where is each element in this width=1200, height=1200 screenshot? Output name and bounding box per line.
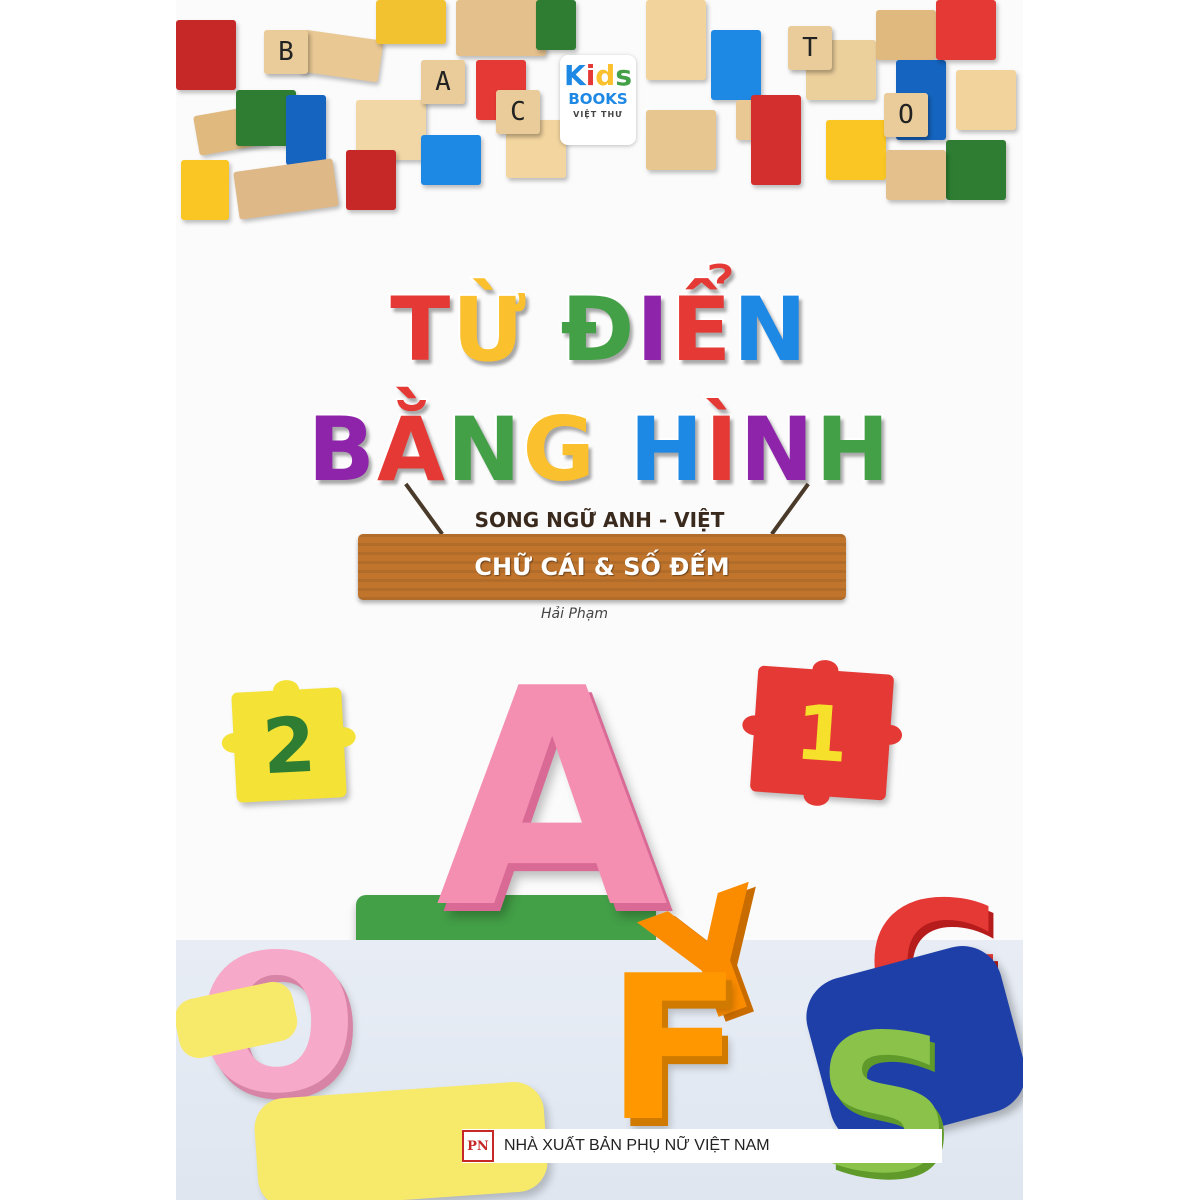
publisher-bar: PN NHÀ XUẤT BẢN PHỤ NỮ VIỆT NAM: [462, 1129, 942, 1163]
block: [376, 0, 446, 44]
logo-books-text: BOOKS: [568, 90, 628, 108]
title-letter: H: [814, 398, 892, 502]
title-letter: B: [306, 398, 377, 502]
block: [936, 0, 996, 60]
puzzle-nub: [875, 723, 903, 746]
kids-books-logo: Kids BOOKS VIỆT THƯ: [560, 55, 636, 145]
title-text-1: TỪ ĐIỂN: [388, 278, 809, 382]
block: [886, 150, 946, 200]
puzzle-piece-number-2: 2: [221, 679, 357, 803]
puzzle-nub: [741, 714, 770, 737]
block: [711, 30, 761, 100]
block: [456, 0, 546, 56]
block: [181, 160, 229, 220]
letter-tile-t: T: [788, 26, 832, 70]
puzzle-number: 2: [260, 699, 318, 791]
letter-f-orange: F: [606, 933, 743, 1166]
title-letter: Ừ: [450, 278, 528, 382]
letter-tile-a: A: [421, 60, 465, 104]
letter-tile-o: O: [884, 93, 928, 137]
puzzle-nub: [272, 679, 300, 701]
puzzle-number: 1: [792, 686, 852, 780]
logo-letter: K: [563, 59, 586, 92]
block: [946, 140, 1006, 200]
puzzle-nub: [811, 659, 840, 681]
block: [176, 20, 236, 90]
logo-kids-text: Kids: [560, 61, 636, 91]
block: [233, 158, 339, 220]
block: [298, 29, 384, 83]
title-line-1: TỪ ĐIỂN: [176, 278, 1023, 382]
title-letter: T: [388, 278, 453, 382]
sign-label: CHỮ CÁI & SỐ ĐẾM: [474, 553, 730, 581]
puzzle-piece-number-1: 1: [741, 659, 903, 807]
block: [646, 0, 706, 80]
title-letter: N: [445, 398, 523, 502]
puzzle-nub: [329, 726, 357, 748]
title-letter: [597, 398, 630, 501]
logo-tag-text: VIỆT THƯ: [573, 110, 623, 119]
title-letter: Ì: [703, 398, 740, 502]
puzzle-nub: [221, 732, 249, 754]
title-letter: Ể: [669, 278, 734, 382]
title-letter: G: [521, 398, 597, 502]
title-letter: Ằ: [375, 398, 447, 502]
book-cover: B A C T O Kids BOOKS VIỆT THƯ TỪ ĐIỂN BẰ…: [176, 0, 1023, 1200]
title-letter: H: [628, 398, 706, 502]
subtitle: SONG NGỮ ANH - VIỆT: [474, 508, 725, 532]
logo-letter: d: [595, 59, 616, 92]
publisher-logo: PN: [462, 1130, 494, 1162]
block: [646, 110, 716, 170]
block: [956, 70, 1016, 130]
wooden-sign: CHỮ CÁI & SỐ ĐẾM: [358, 534, 846, 600]
block: [536, 0, 576, 50]
letter-tile-c: C: [496, 90, 540, 134]
block: [751, 95, 801, 185]
puzzle-nub: [802, 784, 831, 807]
logo-letter: i: [585, 59, 596, 92]
letter-s-green: S: [816, 994, 953, 1200]
title-letter: Đ: [558, 278, 637, 382]
block: [346, 150, 396, 210]
title-letter: N: [731, 278, 809, 382]
block: [826, 120, 886, 180]
wooden-blocks-pile: B A C T O Kids BOOKS VIỆT THƯ: [176, 0, 1023, 230]
block: [421, 135, 481, 185]
author-name: Hải Phạm: [541, 606, 608, 622]
title-letter: [528, 278, 561, 381]
letter-tile-b: B: [264, 30, 308, 74]
block: [286, 95, 326, 165]
block: [876, 10, 936, 60]
title-letter: I: [634, 278, 671, 382]
logo-letter: s: [615, 59, 633, 92]
publisher-name: NHÀ XUẤT BẢN PHỤ NỮ VIỆT NAM: [504, 1137, 770, 1154]
title-line-2: BẰNG HÌNH: [176, 398, 1023, 502]
